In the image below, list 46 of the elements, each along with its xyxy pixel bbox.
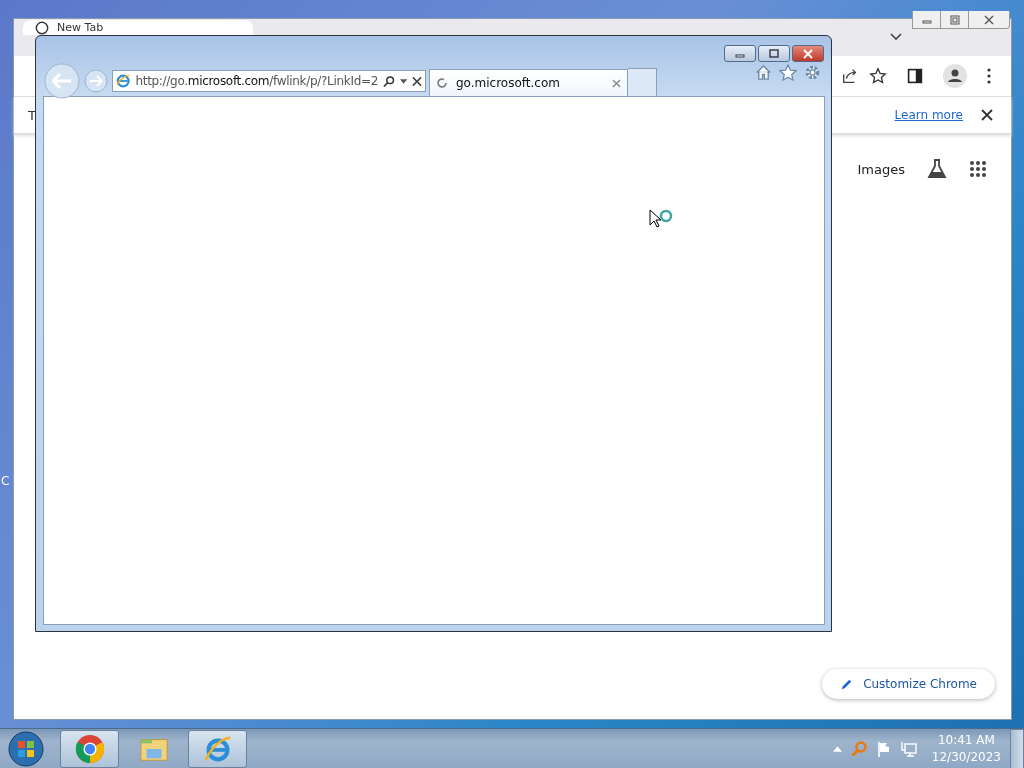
chrome-taskbar-button[interactable]	[60, 730, 119, 768]
minimize-button[interactable]	[724, 45, 756, 62]
maximize-button[interactable]	[758, 45, 790, 62]
show-desktop-button[interactable]	[1010, 729, 1024, 768]
chevron-down-icon[interactable]	[890, 33, 902, 41]
flask-icon[interactable]	[927, 158, 947, 180]
side-panel-icon[interactable]	[907, 68, 923, 84]
settings-icon[interactable]	[804, 64, 821, 81]
desktop-icon-label: C	[1, 474, 10, 488]
clock-date: 12/30/2023	[931, 749, 1001, 766]
star-icon[interactable]	[779, 64, 797, 82]
close-tab-icon[interactable]	[612, 78, 621, 88]
browser-tab[interactable]: go.microsoft.com	[429, 69, 628, 96]
maximize-button[interactable]	[940, 11, 969, 29]
loading-icon	[436, 77, 448, 89]
home-icon[interactable]	[755, 64, 772, 81]
browser-logo-icon	[202, 734, 233, 764]
customize-chrome-button[interactable]: Customize Chrome	[822, 669, 995, 699]
pencil-icon	[840, 677, 854, 691]
share-icon[interactable]	[841, 67, 859, 85]
learn-more-link[interactable]: Learn more	[894, 108, 963, 122]
close-button[interactable]	[792, 45, 824, 62]
url-text: http://go.microsoft.com/fwlink/p/?LinkId=2	[135, 74, 379, 88]
star-icon[interactable]	[869, 67, 887, 85]
browser-logo-icon	[116, 73, 131, 89]
profile-avatar-icon[interactable]	[943, 64, 967, 88]
minimize-button[interactable]	[912, 11, 941, 29]
address-field[interactable]: http://go.microsoft.com/fwlink/p/?LinkId=2	[112, 70, 426, 92]
apps-grid-icon[interactable]	[969, 160, 987, 178]
browser-tab[interactable]: New Tab	[23, 20, 253, 35]
menu-icon[interactable]	[987, 68, 991, 84]
info-bar-text: T	[28, 107, 36, 123]
images-link[interactable]: Images	[857, 161, 905, 177]
restore-icon	[949, 14, 960, 25]
stop-icon[interactable]	[412, 75, 422, 87]
ie-taskbar-button[interactable]	[188, 730, 247, 768]
chrome-logo-icon	[74, 734, 105, 764]
close-icon	[803, 48, 813, 59]
dropdown-caret-icon[interactable]	[399, 78, 408, 84]
maximize-icon	[769, 48, 779, 59]
close-button[interactable]	[968, 11, 1010, 29]
search-icon[interactable]	[383, 74, 395, 88]
start-button[interactable]	[8, 731, 44, 767]
close-icon[interactable]	[981, 109, 993, 121]
close-icon	[984, 14, 994, 25]
clock-time: 10:41 AM	[937, 732, 995, 749]
